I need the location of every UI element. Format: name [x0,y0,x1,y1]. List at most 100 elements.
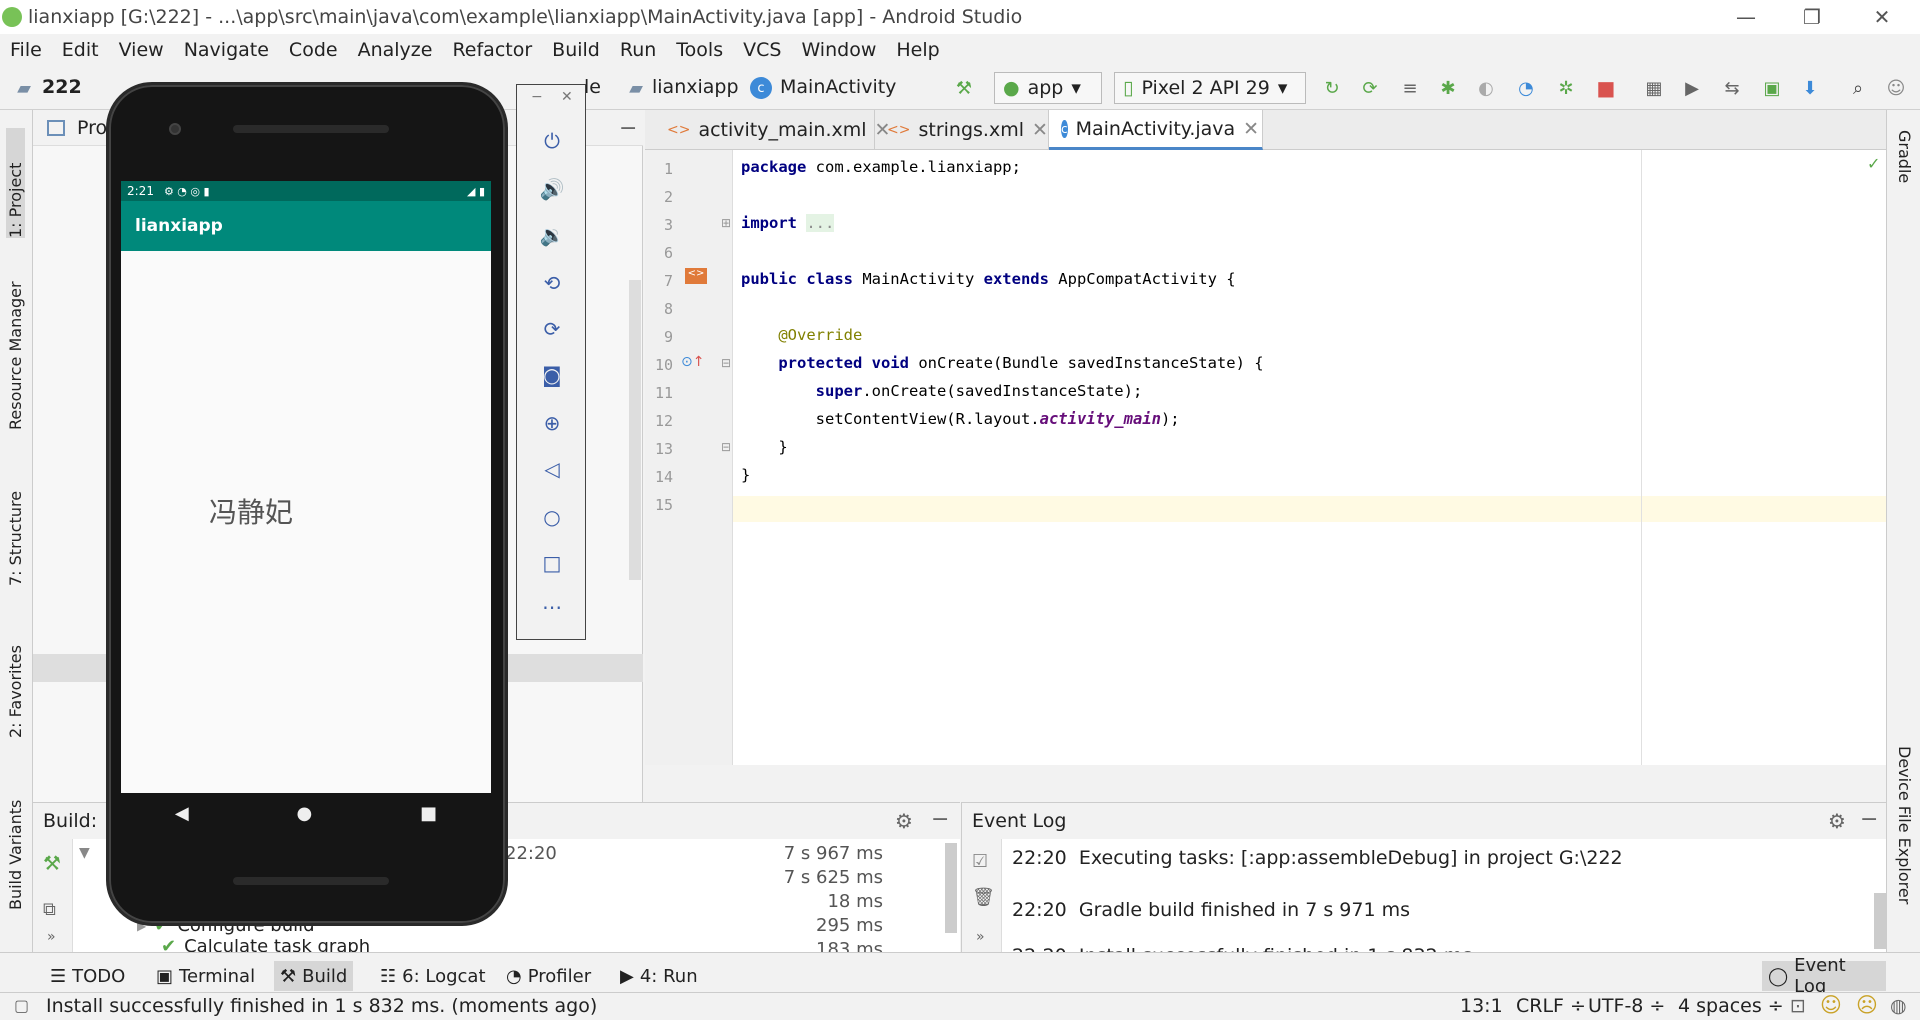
breadcrumb-root[interactable]: 222 [42,76,82,98]
more-icon[interactable]: ⋯ [517,595,587,619]
zoom-icon[interactable]: ⊕ [517,411,587,435]
menu-analyze[interactable]: Analyze [348,39,443,61]
close-tab-icon[interactable]: ✕ [1032,119,1048,141]
emulator-screen[interactable]: 2:21 ⚙ ◔ ◎ ▮ ◢ ▮ lianxiapp 冯静妃 [121,181,491,793]
project-panel-title[interactable]: Pro [77,117,107,139]
code-editor[interactable]: 1 2 3 6 7 8 9 10 11 12 13 14 15 <> ⊙↑ ⊞ … [645,150,1886,765]
fold-icon[interactable]: ⊟ [721,440,731,454]
menu-view[interactable]: View [109,39,174,61]
rotate-right-icon[interactable]: ⟳ [517,317,587,341]
mark-read-icon[interactable]: ☑ [972,851,988,872]
project-scrollbar[interactable] [629,280,641,580]
notifications-icon[interactable]: ◍ [1890,995,1907,1017]
minimize-button[interactable]: — [1716,0,1776,34]
line-separator[interactable]: CRLF ÷ [1516,995,1586,1017]
build-scrollbar[interactable] [945,843,957,933]
toggle-view-icon[interactable]: ⧉ [43,899,56,920]
override-marker-icon[interactable]: ⊙↑ [681,354,704,370]
home-icon[interactable]: ○ [517,505,587,529]
apply-changes-icon[interactable]: ⟳ [1358,76,1382,100]
overview-icon[interactable]: ■ [420,803,437,824]
expand-more-icon[interactable]: » [976,929,985,945]
breadcrumb-module[interactable]: lianxiapp [652,76,739,98]
menu-navigate[interactable]: Navigate [174,39,279,61]
menu-tools[interactable]: Tools [666,39,733,61]
user-icon[interactable]: ☺ [1884,76,1908,100]
tab-structure[interactable]: 7: Structure [6,476,25,586]
tab-run[interactable]: ▶ 4: Run [614,961,704,991]
rerun-icon[interactable]: ↻ [1320,76,1344,100]
attach-debugger-icon[interactable]: ✲ [1554,76,1578,100]
breadcrumb-partial[interactable]: le [584,76,601,98]
gear-icon[interactable]: ⚙ [895,809,913,833]
tab-build-variants[interactable]: Build Variants [6,790,25,910]
tab-logcat[interactable]: ☷ 6: Logcat [374,961,492,991]
device-select[interactable]: ▯ Pixel 2 API 29 ▾ [1114,72,1306,104]
stop-icon[interactable]: ■ [1594,76,1618,100]
menu-run[interactable]: Run [610,39,666,61]
project-structure-icon[interactable]: ▦ [1642,76,1666,100]
expand-more-icon[interactable]: » [47,929,56,945]
menu-build[interactable]: Build [542,39,610,61]
tab-event-log[interactable]: ◯ Event Log [1762,955,1886,997]
build-hammer-icon[interactable]: ⚒ [43,851,61,875]
tab-gradle[interactable]: Gradle [1895,130,1914,210]
lock-icon[interactable]: ⊡ [1790,995,1806,1017]
close-button[interactable]: ✕ [1852,0,1912,34]
tab-profiler[interactable]: ◔ Profiler [500,961,597,991]
menu-vcs[interactable]: VCS [733,39,791,61]
event-log-scrollbar[interactable] [1874,893,1886,949]
menu-window[interactable]: Window [791,39,886,61]
menu-code[interactable]: Code [279,39,348,61]
apply-code-changes-icon[interactable]: ≡ [1398,76,1422,100]
hide-panel-icon[interactable]: − [1860,807,1878,832]
caret-position[interactable]: 13:1 [1460,995,1503,1017]
frown-icon[interactable]: ☹ [1856,993,1878,1017]
debug-icon[interactable]: ✱ [1436,76,1460,100]
minimize-emulator-icon[interactable]: − [531,89,543,105]
profile-icon[interactable]: ◔ [1514,76,1538,100]
build-row-calculate[interactable]: ✔ Calculate task graph [161,939,370,953]
hide-panel-icon[interactable]: − [931,807,949,832]
smile-icon[interactable]: ☺ [1820,993,1842,1017]
fold-icon[interactable]: ⊟ [721,356,731,370]
make-project-icon[interactable]: ⚒ [952,76,976,100]
tab-favorites[interactable]: 2: Favorites [6,628,25,738]
sync-gradle-icon[interactable]: ⇆ [1720,76,1744,100]
search-icon[interactable]: ⌕ [1846,76,1870,100]
volume-down-icon[interactable]: 🔉 [517,223,587,247]
layout-marker-icon[interactable]: <> [685,268,707,284]
tab-strings-xml[interactable]: <> strings.xml ✕ [875,110,1049,150]
tab-device-file-explorer[interactable]: Device File Explorer [1895,746,1914,946]
volume-up-icon[interactable]: 🔊 [517,177,587,201]
back-icon[interactable]: ◀ [175,803,189,824]
file-encoding[interactable]: UTF-8 ÷ [1588,995,1665,1017]
trash-icon[interactable]: 🗑 [972,887,995,908]
power-icon[interactable]: ⏻ [517,129,587,153]
tab-resource-manager[interactable]: Resource Manager [6,270,25,430]
sdk-manager-icon[interactable]: ⬇ [1798,76,1822,100]
emulator-device[interactable]: 2:21 ⚙ ◔ ◎ ▮ ◢ ▮ lianxiapp 冯静妃 ◀ ● ■ [106,82,508,926]
device-manager-icon[interactable]: ▣ [1760,76,1784,100]
run-config-select[interactable]: ● app ▾ [994,72,1102,104]
tab-build[interactable]: ⚒ Build [274,961,354,991]
inspection-ok-icon[interactable]: ✓ [1867,154,1880,173]
coverage-icon[interactable]: ◐ [1474,76,1498,100]
back-icon[interactable]: ◁ [517,457,587,481]
status-toggle-icon[interactable]: ▢ [14,996,29,1015]
rotate-left-icon[interactable]: ⟲ [517,271,587,295]
menu-edit[interactable]: Edit [52,39,109,61]
menu-help[interactable]: Help [886,39,949,61]
close-emulator-icon[interactable]: ✕ [561,89,573,105]
home-icon[interactable]: ● [297,803,313,824]
menu-file[interactable]: File [0,39,52,61]
tab-todo[interactable]: ☰ TODO [44,961,131,991]
menu-refactor[interactable]: Refactor [442,39,542,61]
hide-panel-icon[interactable]: − [619,116,637,141]
tab-project[interactable]: 1: Project [6,128,25,238]
restore-button[interactable]: ❐ [1782,0,1842,34]
tab-mainactivity-java[interactable]: c MainActivity.java ✕ [1049,110,1263,150]
gear-icon[interactable]: ⚙ [1828,809,1846,833]
indent-setting[interactable]: 4 spaces ÷ [1678,995,1784,1017]
close-tab-icon[interactable]: ✕ [1243,118,1259,140]
